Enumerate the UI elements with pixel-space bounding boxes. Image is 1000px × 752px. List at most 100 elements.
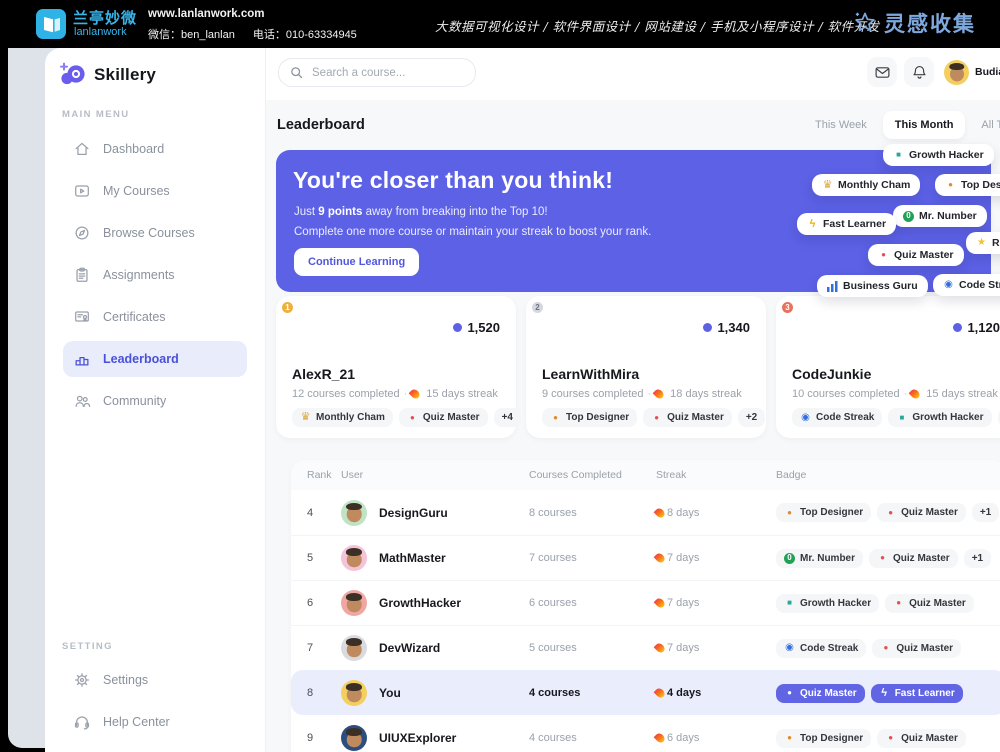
lanlanwork-logo-icon bbox=[36, 9, 66, 39]
user-name: UIUXExplorer bbox=[379, 731, 456, 745]
sidebar-item-my-courses[interactable]: My Courses bbox=[45, 170, 265, 212]
pin-badge-icon bbox=[893, 598, 904, 609]
table-row-mathmaster[interactable]: 5MathMaster7 courses7 daysMr. NumberQuiz… bbox=[291, 535, 1000, 580]
table-row-you[interactable]: 8You4 courses4 daysQuiz MasterFast Learn… bbox=[291, 670, 1000, 715]
home-icon bbox=[73, 140, 91, 158]
points-dot-icon bbox=[703, 323, 712, 332]
rank-cell: 4 bbox=[307, 507, 341, 519]
badge-pill-top-designer: Top Designer bbox=[776, 503, 871, 522]
header-actions: Budiarti R bbox=[867, 57, 1000, 87]
sidebar-item-label: Certificates bbox=[103, 310, 166, 324]
sidebar-item-help-center[interactable]: Help Center bbox=[45, 701, 265, 743]
setting-nav: SettingsHelp Center bbox=[45, 659, 265, 743]
pin-badge-icon bbox=[880, 643, 891, 654]
courses-cell: 7 courses bbox=[529, 552, 656, 564]
notifications-button[interactable] bbox=[904, 57, 934, 87]
app-logo[interactable]: Skillery bbox=[59, 61, 156, 88]
avatar bbox=[341, 725, 367, 751]
user-cell: UIUXExplorer bbox=[341, 725, 529, 751]
banner-line1: Just 9 points away from breaking into th… bbox=[294, 206, 548, 218]
table-row-devwizard[interactable]: 7DevWizard5 courses7 daysCode StreakQuiz… bbox=[291, 625, 1000, 670]
user-name: CodeJunkie bbox=[792, 366, 871, 382]
sidebar-item-browse-courses[interactable]: Browse Courses bbox=[45, 212, 265, 254]
pin-badge-icon bbox=[407, 412, 418, 423]
chart-teal-badge-icon bbox=[784, 598, 795, 609]
bolt-badge-icon bbox=[807, 219, 818, 230]
badges-cell: Mr. NumberQuiz Master+1 bbox=[776, 549, 1000, 568]
tab-this-month[interactable]: This Month bbox=[883, 111, 966, 139]
tab-all-time[interactable]: All Time bbox=[969, 111, 1000, 139]
streak-flame-icon bbox=[654, 552, 667, 565]
compass-icon bbox=[73, 224, 91, 242]
badge-pill-top-designer: Top Designer bbox=[776, 729, 871, 748]
streak-flame-icon bbox=[654, 687, 667, 700]
top3-card-codejunkie: 31,120CodeJunkie10 courses completed·15 … bbox=[776, 296, 1000, 438]
user-name: LearnWithMira bbox=[542, 366, 639, 382]
floating-badge-quiz-master: Quiz Master bbox=[868, 244, 964, 266]
screen: 兰亭妙微 lanlanwork www.lanlanwork.com 微信：be… bbox=[0, 0, 1000, 752]
avatar bbox=[341, 635, 367, 661]
sidebar-item-dashboard[interactable]: Dashboard bbox=[45, 128, 265, 170]
column-header-courses-completed: Courses Completed bbox=[529, 469, 656, 481]
streak-cell: 7 days bbox=[656, 642, 776, 654]
streak-flame-icon bbox=[909, 388, 922, 401]
top3-card-learnwithmira: 21,340LearnWithMira9 courses completed·1… bbox=[526, 296, 766, 438]
avatar bbox=[341, 680, 367, 706]
extra-badge-count: +1 bbox=[972, 503, 999, 522]
sidebar-item-label: Dashboard bbox=[103, 142, 164, 156]
promo-topbar: 兰亭妙微 lanlanwork www.lanlanwork.com 微信：be… bbox=[0, 0, 1000, 48]
continue-learning-button[interactable]: Continue Learning bbox=[294, 248, 419, 276]
badge-list: Monthly ChamQuiz Master+4 bbox=[292, 408, 521, 427]
search-box bbox=[278, 58, 476, 87]
courses-cell: 6 courses bbox=[529, 597, 656, 609]
floating-badge-top-designer: Top Designer bbox=[935, 174, 1000, 196]
streak-flame-icon bbox=[654, 732, 667, 745]
star-badge-icon bbox=[976, 238, 987, 249]
courses-cell: 8 courses bbox=[529, 507, 656, 519]
badge-pill-quiz-master: Quiz Master bbox=[643, 408, 732, 427]
user-name: You bbox=[379, 686, 401, 700]
sidebar-item-leaderboard[interactable]: Leaderboard bbox=[63, 341, 247, 377]
pin-badge-icon bbox=[784, 688, 795, 699]
certificate-icon bbox=[73, 308, 91, 326]
palette-badge-icon bbox=[945, 180, 956, 191]
badges-cell: Top Designer Quiz Master bbox=[776, 729, 1000, 748]
profile-menu[interactable]: Budiarti R bbox=[944, 60, 1000, 85]
bell-icon bbox=[911, 64, 928, 81]
sidebar: Skillery MAIN MENU DashboardMy CoursesBr… bbox=[45, 48, 265, 752]
table-row-designguru[interactable]: 4DesignGuru8 courses8 daysTop DesignerQu… bbox=[291, 490, 1000, 535]
tab-this-week[interactable]: This Week bbox=[803, 111, 879, 139]
sidebar-item-settings[interactable]: Settings bbox=[45, 659, 265, 701]
streak-cell: 6 days bbox=[656, 732, 776, 744]
chart-teal-badge-icon bbox=[896, 412, 907, 423]
table-row-uiuxexplorer[interactable]: 9UIUXExplorer4 courses6 daysTop Designer… bbox=[291, 715, 1000, 752]
phone-contact: 电话：010-63334945 bbox=[253, 26, 357, 42]
rank-cell: 9 bbox=[307, 732, 341, 744]
clipboard-icon bbox=[73, 266, 91, 284]
bolt-badge-icon bbox=[879, 688, 890, 699]
pin-badge-icon bbox=[885, 733, 896, 744]
floating-badge-business-guru: Business Guru bbox=[817, 275, 928, 297]
user-cell: DevWizard bbox=[341, 635, 529, 661]
user-cell: GrowthHacker bbox=[341, 590, 529, 616]
main-nav: Dashboard My Courses Browse Courses Assignm… bbox=[45, 128, 265, 422]
sidebar-item-label: Community bbox=[103, 394, 166, 408]
sidebar-item-label: Browse Courses bbox=[103, 226, 195, 240]
avatar bbox=[341, 545, 367, 571]
user-stats: 10 courses completed·15 days streak bbox=[792, 388, 998, 400]
setting-label: SETTING bbox=[62, 641, 113, 652]
user-avatar bbox=[944, 60, 969, 85]
sidebar-item-community[interactable]: Community bbox=[45, 380, 265, 422]
badge-pill-quiz-master: Quiz Master bbox=[399, 408, 488, 427]
sidebar-item-assignments[interactable]: Assignments bbox=[45, 254, 265, 296]
mail-button[interactable] bbox=[867, 57, 897, 87]
points-dot-icon bbox=[953, 323, 962, 332]
badges-cell: Quiz MasterFast Learner bbox=[776, 684, 1000, 703]
bars-badge-icon bbox=[827, 281, 838, 292]
badge-list: Code StreakGrowth Hacker+1 bbox=[792, 408, 1000, 427]
table-row-growthhacker[interactable]: 6GrowthHacker6 courses7 daysGrowth Hacke… bbox=[291, 580, 1000, 625]
badge-pill-growth-hacker: Growth Hacker bbox=[776, 594, 879, 613]
search-input[interactable] bbox=[310, 66, 460, 80]
badge-pill-quiz-master: Quiz Master bbox=[877, 729, 966, 748]
sidebar-item-certificates[interactable]: Certificates bbox=[45, 296, 265, 338]
